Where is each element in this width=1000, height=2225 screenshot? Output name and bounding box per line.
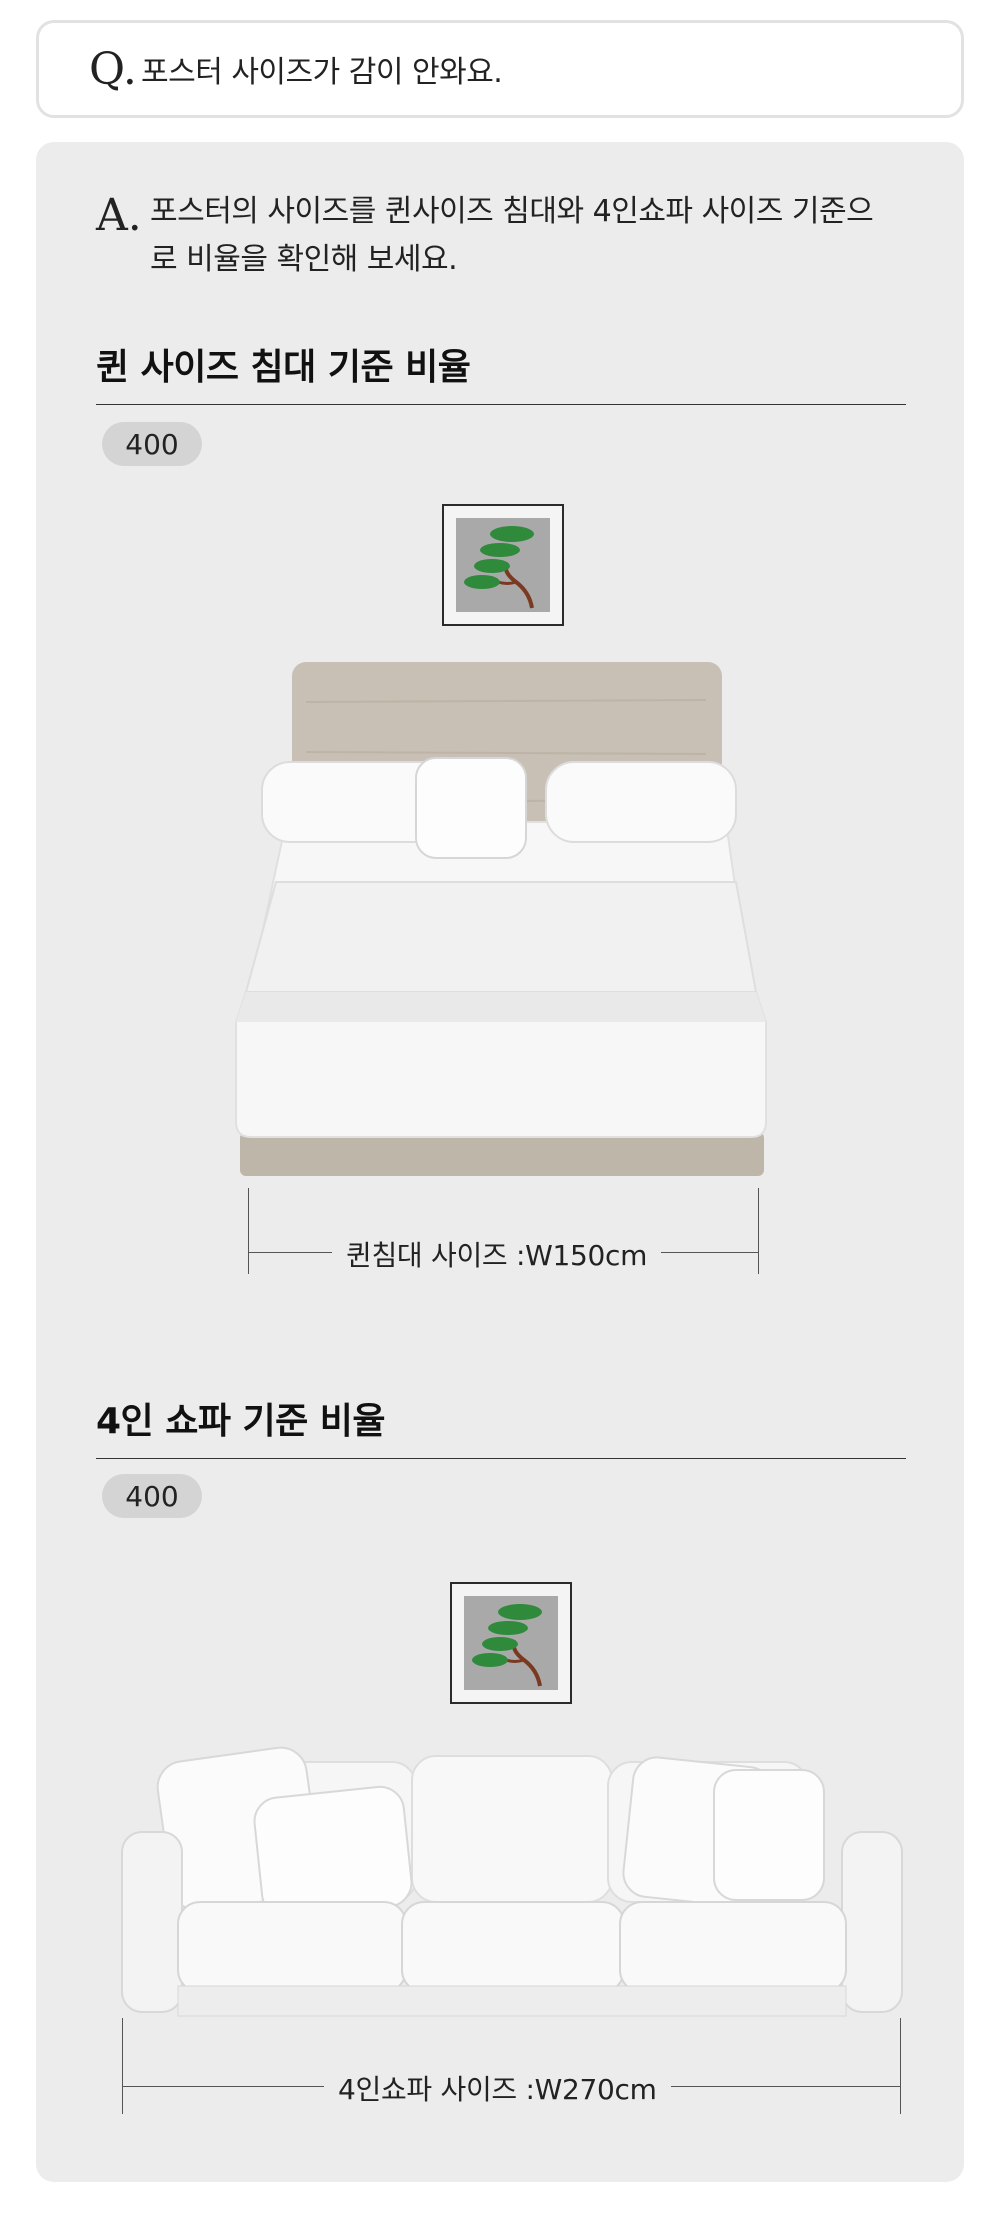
dimension-tick-right-sofa xyxy=(900,2018,901,2114)
answer-mark: A. xyxy=(96,190,142,241)
section-title-sofa: 4인 쇼파 기준 비율 xyxy=(96,1392,906,1459)
question-mark: Q. xyxy=(89,43,137,95)
dimension-tick-left-sofa xyxy=(122,2018,123,2114)
dimension-tick-left-bed xyxy=(248,1188,249,1274)
section-title-bed: 퀸 사이즈 침대 기준 비율 xyxy=(96,338,906,405)
dimension-tick-right-bed xyxy=(758,1188,759,1274)
dimension-label-sofa: 4인쇼파 사이즈 :W270cm xyxy=(324,2068,671,2108)
four-seat-sofa-icon xyxy=(121,1746,903,2017)
question-text: 포스터 사이즈가 감이 안와요. xyxy=(141,55,503,90)
answer-text: 포스터의 사이즈를 퀸사이즈 침대와 4인쇼파 사이즈 기준으로 비율을 확인해… xyxy=(150,194,874,277)
answer-panel: A. 포스터의 사이즈를 퀸사이즈 침대와 4인쇼파 사이즈 기준으로 비율을 … xyxy=(36,142,964,2182)
poster-image-bed xyxy=(442,504,564,626)
dimension-label-bed: 퀸침대 사이즈 :W150cm xyxy=(332,1234,662,1274)
poster-image-sofa xyxy=(450,1582,572,1704)
queen-bed-icon xyxy=(235,662,767,1176)
question-box: Q. 포스터 사이즈가 감이 안와요. xyxy=(36,20,964,118)
poster-size-badge-sofa: 400 xyxy=(102,1474,202,1518)
poster-size-badge-bed: 400 xyxy=(102,422,202,466)
